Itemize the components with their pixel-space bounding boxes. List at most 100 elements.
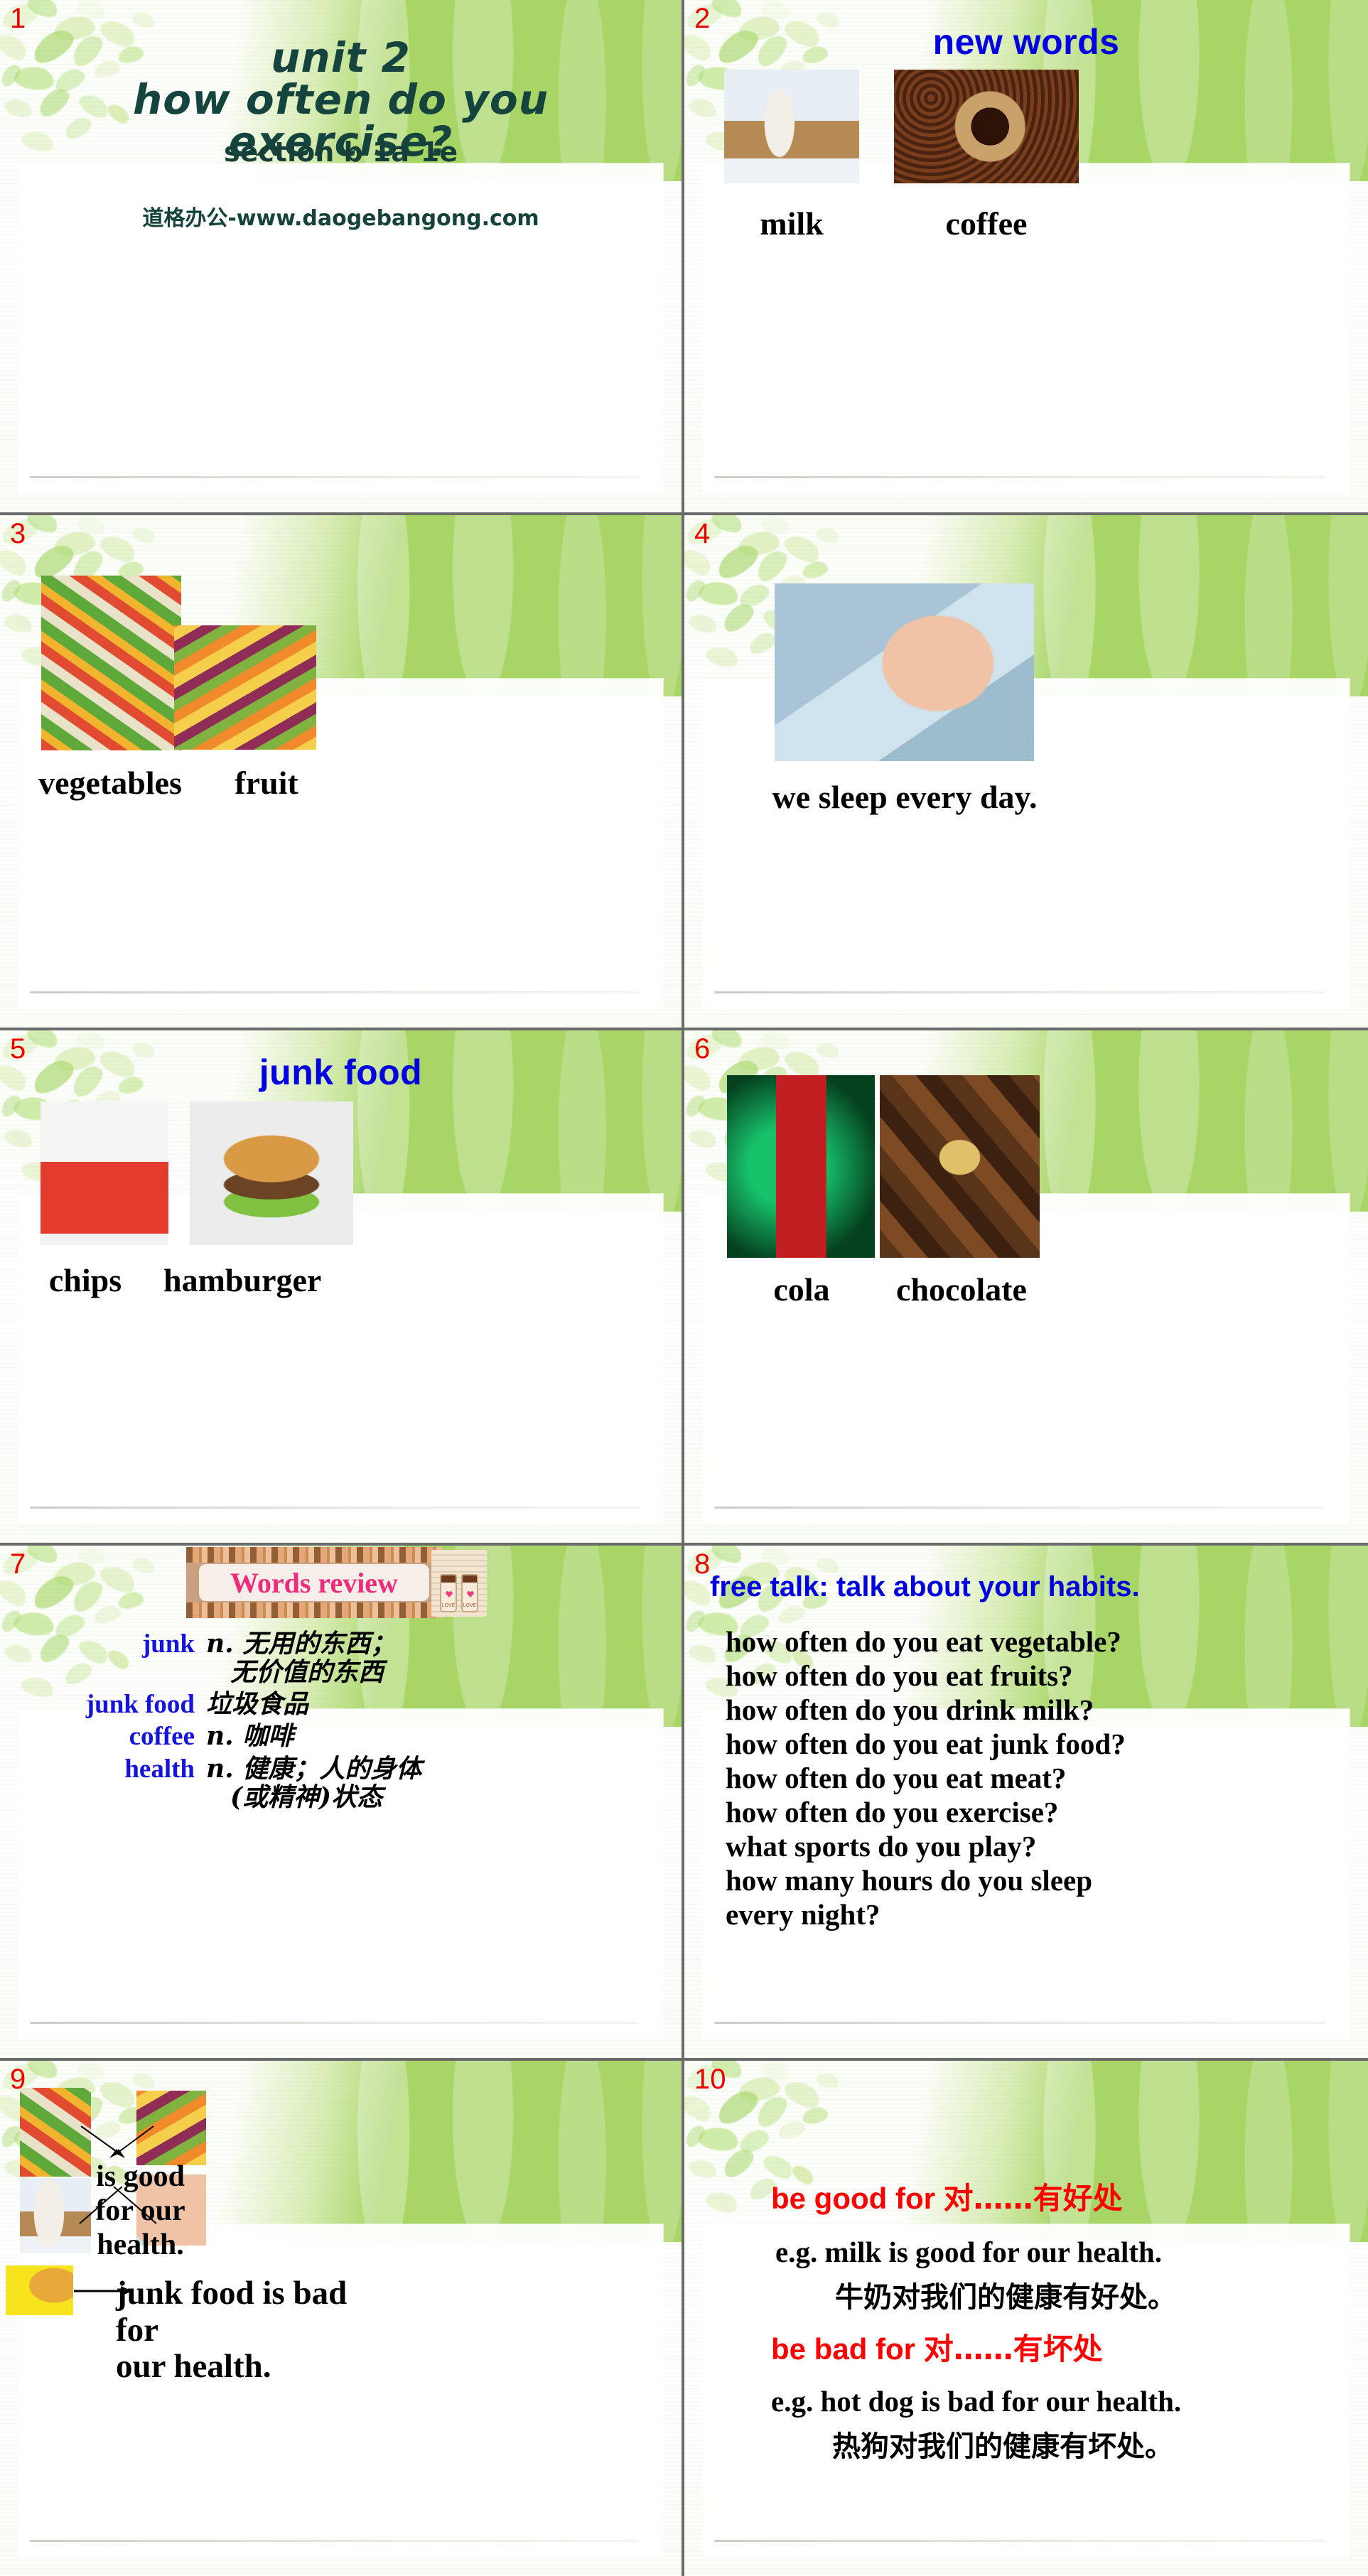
page-number: 8 bbox=[694, 1548, 711, 1580]
chocolate-image bbox=[880, 1075, 1040, 1258]
question-item: how often do you eat vegetable? bbox=[726, 1625, 1121, 1658]
page-number: 10 bbox=[694, 2064, 726, 2095]
slide-heading: new words bbox=[932, 22, 1120, 62]
vocab-definition: n. 咖啡 bbox=[206, 1722, 653, 1750]
caption-cola: cola bbox=[727, 1271, 876, 1308]
question-item: what sports do you play? bbox=[726, 1829, 1037, 1863]
good-line-2: for our bbox=[95, 2194, 185, 2227]
question-item: every night? bbox=[726, 1897, 880, 1931]
title-line-1: unit 2 bbox=[271, 33, 411, 82]
words-review-banner: Words review LOVE LOVE bbox=[186, 1547, 487, 1618]
slide-2[interactable]: 2 new words milk coffee bbox=[684, 0, 1368, 515]
coffee-mugs-icon: LOVE LOVE bbox=[431, 1550, 487, 1617]
chips-image bbox=[41, 1101, 168, 1245]
coffee-image bbox=[894, 70, 1079, 183]
sleeping-child-image bbox=[775, 583, 1034, 761]
question-item: how often do you eat fruits? bbox=[726, 1659, 1073, 1692]
vocab-word: junk bbox=[141, 1629, 195, 1659]
milk-image bbox=[724, 70, 859, 183]
bad-line-1: junk food is bad for bbox=[116, 2275, 348, 2349]
caption-fruit: fruit bbox=[235, 765, 298, 801]
arrow-fruit-icon bbox=[107, 2125, 156, 2160]
vocab-row: junk n. 无用的东西； 无价值的东西 bbox=[28, 1629, 653, 1687]
vocab-definition: n. 无用的东西； 无价值的东西 bbox=[206, 1629, 653, 1687]
slide-3[interactable]: 3 vegetables fruit bbox=[0, 515, 684, 1030]
vocab-row: health n. 健康；人的身体 (或精神)状态 bbox=[28, 1753, 653, 1812]
caption-chocolate: chocolate bbox=[890, 1271, 1033, 1308]
caption-milk: milk bbox=[760, 205, 824, 242]
page-number: 6 bbox=[694, 1033, 711, 1065]
question-item: how often do you eat meat? bbox=[726, 1761, 1067, 1794]
vocab-def-line1: n. 健康；人的身体 bbox=[206, 1753, 422, 1784]
vocab-row: junk food 垃圾食品 bbox=[28, 1688, 653, 1719]
caption-chips: chips bbox=[7, 1262, 163, 1298]
question-list: how often do you eat vegetable? how ofte… bbox=[726, 1625, 1354, 1932]
caption-vegetables: vegetables bbox=[38, 765, 182, 801]
question-item: how often do you eat junk food? bbox=[726, 1727, 1126, 1760]
caption-coffee: coffee bbox=[945, 205, 1028, 242]
phrase-be-good-for: be good for 对……有好处 bbox=[771, 2174, 1123, 2218]
free-talk-heading: free talk: talk about your habits. bbox=[710, 1571, 1140, 1602]
vocab-definition: 垃圾食品 bbox=[206, 1688, 653, 1719]
vocab-word: junk food bbox=[85, 1689, 195, 1719]
page-number: 9 bbox=[10, 2064, 26, 2095]
hamburger-image bbox=[190, 1101, 353, 1245]
vocab-def-line2: (或精神)状态 bbox=[230, 1782, 383, 1812]
question-item: how often do you drink milk? bbox=[726, 1693, 1094, 1726]
caption-hamburger-text: hamburger bbox=[163, 1262, 322, 1298]
page-number: 1 bbox=[10, 3, 26, 34]
vocab-def-line1: n. 咖啡 bbox=[206, 1721, 294, 1752]
slide-9[interactable]: 9 is good for our health. junk food is b… bbox=[0, 2061, 684, 2576]
vocab-word: coffee bbox=[129, 1722, 195, 1752]
slide-8[interactable]: 8 free talk: talk about your habits. how… bbox=[684, 1546, 1368, 2061]
junk-bad-for-health-text: junk food is bad for our health. bbox=[116, 2275, 386, 2386]
vocab-def-line1: n. 无用的东西； bbox=[206, 1629, 397, 1659]
caption-chocolate-text: chocolate bbox=[896, 1271, 1027, 1308]
phrase-be-bad-for: be bad for 对……有坏处 bbox=[771, 2325, 1103, 2368]
cola-image bbox=[727, 1075, 875, 1258]
vocab-row: coffee n. 咖啡 bbox=[28, 1722, 653, 1751]
good-for-health-text: is good for our health. bbox=[89, 2160, 192, 2263]
slide-7[interactable]: 7 Words review LOVE LOVE junk n. 无用的东西； … bbox=[0, 1546, 684, 2061]
vegetables-image bbox=[41, 576, 181, 750]
page-number: 4 bbox=[694, 518, 711, 549]
title-line-2: how often do you bbox=[132, 75, 549, 124]
junk-food-ad-image bbox=[6, 2265, 73, 2315]
example-good-cn: 牛奶对我们的健康有好处。 bbox=[835, 2281, 1176, 2314]
slide-deck: 1 unit 2 how often do you exercise? sect… bbox=[0, 0, 1368, 2576]
phrase-bad-cn: 对……有坏处 bbox=[923, 2332, 1103, 2366]
page-number: 3 bbox=[10, 518, 26, 549]
slide-6[interactable]: 6 cola chocolate bbox=[684, 1030, 1368, 1546]
question-item: how often do you exercise? bbox=[726, 1795, 1059, 1828]
phrase-bad-en: be bad for bbox=[771, 2332, 916, 2366]
vocabulary-list: junk n. 无用的东西； 无价值的东西 junk food 垃圾食品 cof… bbox=[28, 1629, 653, 1814]
page-number: 5 bbox=[10, 1033, 26, 1065]
slide-subtitle: section b 1a-1e bbox=[224, 136, 458, 168]
vocab-def-line1: 垃圾食品 bbox=[206, 1688, 309, 1719]
example-good-en: e.g. milk is good for our health. bbox=[775, 2236, 1163, 2268]
caption-cola-text: cola bbox=[773, 1271, 830, 1308]
phrase-good-en: be good for bbox=[771, 2182, 935, 2215]
good-line-3: health. bbox=[97, 2228, 184, 2261]
example-bad-en: e.g. hot dog is bad for our health. bbox=[771, 2385, 1182, 2418]
website-watermark: 道格办公-www.daogebangong.com bbox=[142, 206, 539, 231]
vocab-def-line2: 无价值的东西 bbox=[230, 1657, 384, 1688]
question-item: how many hours do you sleep bbox=[726, 1863, 1093, 1897]
slide-10[interactable]: 10 be good for 对……有好处 e.g. milk is good … bbox=[684, 2061, 1368, 2576]
slide-4[interactable]: 4 we sleep every day. bbox=[684, 515, 1368, 1030]
phrase-good-cn: 对……有好处 bbox=[943, 2181, 1123, 2216]
vocab-definition: n. 健康；人的身体 (或精神)状态 bbox=[206, 1753, 653, 1812]
slide-5[interactable]: 5 junk food chips hamburger bbox=[0, 1030, 684, 1546]
banner-title: Words review bbox=[230, 1566, 398, 1599]
caption-sleep: we sleep every day. bbox=[772, 779, 1038, 815]
fruit-image bbox=[174, 625, 316, 750]
example-bad-cn: 热狗对我们的健康有坏处。 bbox=[832, 2430, 1173, 2463]
page-number: 2 bbox=[694, 3, 711, 34]
slide-1[interactable]: 1 unit 2 how often do you exercise? sect… bbox=[0, 0, 684, 515]
vocab-word: health bbox=[124, 1754, 195, 1784]
caption-chips-text: chips bbox=[48, 1262, 122, 1298]
caption-hamburger: hamburger bbox=[163, 1264, 321, 1297]
bad-line-2: our health. bbox=[116, 2348, 271, 2386]
page-number: 7 bbox=[10, 1548, 26, 1580]
slide-heading: junk food bbox=[259, 1052, 423, 1092]
